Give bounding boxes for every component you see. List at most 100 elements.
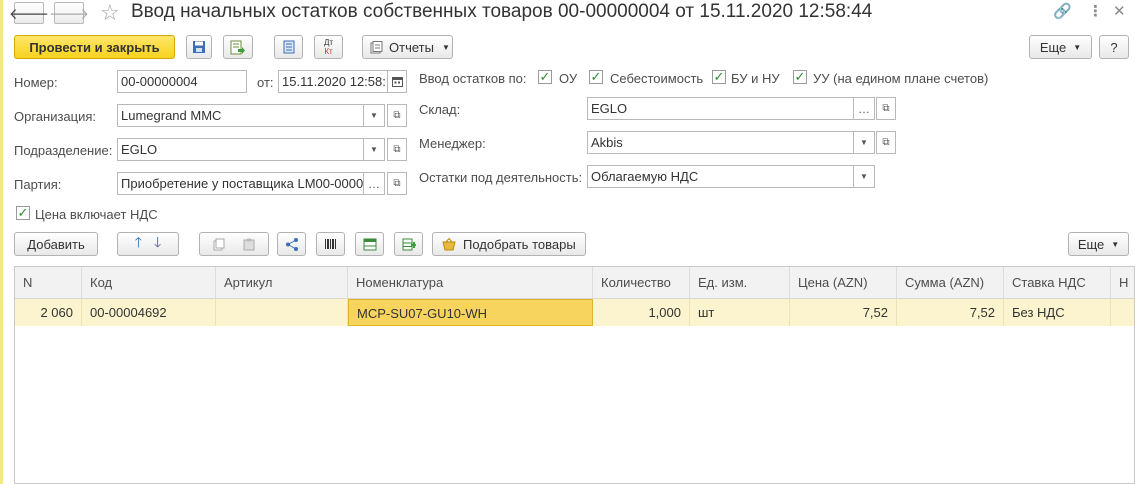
cell-sum[interactable]: 7,52	[897, 299, 1004, 326]
back-arrow-icon: 🡐	[8, 5, 50, 23]
organization-field[interactable]: Lumegrand MMC	[117, 104, 364, 127]
ellipsis-icon: …	[858, 101, 870, 116]
column-header-n[interactable]: N	[15, 267, 82, 299]
cell-nomenclature[interactable]: MCP-SU07-GU10-WH	[348, 299, 593, 326]
favorite-star-icon[interactable]: ☆	[100, 0, 120, 26]
save-button[interactable]	[186, 35, 212, 59]
open-form-icon: ⧉	[882, 103, 890, 114]
document-list-button[interactable]	[274, 35, 303, 59]
warehouse-label: Склад:	[419, 102, 461, 117]
list-icon	[283, 40, 294, 54]
chevron-down-icon: ▼	[370, 145, 378, 154]
organization-dropdown[interactable]: ▼	[364, 104, 385, 127]
add-button[interactable]: Добавить	[14, 232, 98, 256]
more-button[interactable]: Еще ▼	[1029, 35, 1092, 59]
column-header-unit[interactable]: Ед. изм.	[690, 267, 790, 299]
column-header-quantity[interactable]: Количество	[593, 267, 690, 299]
column-header-vat-rate[interactable]: Ставка НДС	[1004, 267, 1111, 299]
bu-nu-label: БУ и НУ	[731, 71, 780, 86]
add-row-button[interactable]	[394, 232, 423, 256]
barcode-icon	[324, 239, 336, 249]
copy-icon[interactable]	[213, 238, 225, 251]
post-document-icon	[230, 40, 245, 54]
division-field[interactable]: EGLO	[117, 138, 364, 161]
paste-icon[interactable]	[243, 238, 255, 251]
back-button[interactable]: 🡐	[9, 2, 49, 24]
barcode-button[interactable]	[316, 232, 345, 256]
cell-price[interactable]: 7,52	[790, 299, 897, 326]
chevron-down-icon: ▼	[860, 138, 868, 147]
goods-table: N Код Артикул Номенклатура Количество Ед…	[14, 266, 1135, 484]
manager-open-button[interactable]: ⧉	[876, 131, 896, 154]
help-button[interactable]: ?	[1099, 35, 1129, 59]
uu-checkbox[interactable]: ✓	[793, 70, 807, 84]
copy-buttons-group	[199, 232, 269, 256]
column-header-nomenclature[interactable]: Номенклатура	[348, 267, 593, 299]
post-and-close-button[interactable]: Провести и закрыть	[14, 35, 175, 59]
cell-vat-rate[interactable]: Без НДС	[1004, 299, 1111, 326]
split-icon	[285, 237, 298, 251]
cost-checkbox[interactable]: ✓	[589, 70, 603, 84]
warehouse-field[interactable]: EGLO	[587, 97, 854, 120]
bu-nu-checkbox[interactable]: ✓	[712, 70, 726, 84]
column-header-code[interactable]: Код	[82, 267, 216, 299]
balance-input-label: Ввод остатков по:	[419, 71, 527, 86]
table-row[interactable]: 2 060 00-00004692 MCP-SU07-GU10-WH 1,000…	[15, 299, 1134, 326]
forward-button[interactable]: 🡒	[49, 2, 89, 24]
table-header: N Код Артикул Номенклатура Количество Ед…	[15, 267, 1134, 299]
table-more-label: Еще	[1077, 236, 1105, 252]
manager-field[interactable]: Akbis	[587, 131, 854, 154]
fill-button[interactable]	[355, 232, 384, 256]
reports-icon	[370, 40, 383, 53]
cell-code[interactable]: 00-00004692	[82, 299, 216, 326]
table-more-button[interactable]: Еще ▼	[1068, 232, 1129, 256]
kt-label: Кт	[324, 47, 333, 56]
batch-field[interactable]: Приобретение у поставщика LM00-00000	[117, 172, 364, 195]
reports-button[interactable]: Отчеты ▼	[362, 35, 453, 59]
organization-label: Организация:	[14, 109, 97, 124]
organization-open-button[interactable]: ⧉	[387, 104, 407, 127]
batch-select-button[interactable]: …	[364, 172, 385, 195]
activity-dropdown[interactable]: ▼	[854, 165, 875, 188]
ou-checkbox[interactable]: ✓	[538, 70, 552, 84]
basket-icon	[442, 237, 456, 250]
activity-field[interactable]: Облагаемую НДС	[587, 165, 854, 188]
window-title: Ввод начальных остатков собственных това…	[131, 1, 873, 22]
link-icon[interactable]: 🔗	[1053, 2, 1072, 20]
more-actions-icon[interactable]: ⋮	[1088, 2, 1103, 20]
dt-kt-button[interactable]: Дт Кт	[314, 35, 343, 59]
column-header-sum[interactable]: Сумма (AZN)	[897, 267, 1004, 299]
post-button[interactable]	[223, 35, 253, 59]
uu-label: УУ (на едином плане счетов)	[813, 71, 989, 86]
distribute-button[interactable]	[277, 232, 306, 256]
column-header-article[interactable]: Артикул	[216, 267, 348, 299]
column-header-price[interactable]: Цена (AZN)	[790, 267, 897, 299]
move-down-icon[interactable]: 🡓	[154, 232, 161, 256]
cell-article[interactable]	[216, 299, 348, 326]
batch-open-button[interactable]: ⧉	[387, 172, 407, 195]
pick-goods-button[interactable]: Подобрать товары	[432, 232, 586, 256]
move-up-icon[interactable]: 🡑	[135, 232, 142, 256]
chevron-down-icon: ▼	[1073, 42, 1082, 52]
division-dropdown[interactable]: ▼	[364, 138, 385, 161]
vat-included-checkbox[interactable]: ✓	[16, 206, 30, 220]
close-icon[interactable]: ✕	[1113, 2, 1126, 20]
number-field[interactable]: 00-00000004	[117, 70, 247, 93]
move-buttons-group: 🡑 🡓	[117, 232, 179, 256]
ou-label: ОУ	[559, 71, 578, 86]
chevron-down-icon: ▼	[441, 42, 450, 52]
pick-goods-label: Подобрать товары	[463, 236, 576, 252]
division-open-button[interactable]: ⧉	[387, 138, 407, 161]
open-form-icon: ⧉	[393, 144, 401, 155]
manager-dropdown[interactable]: ▼	[854, 131, 875, 154]
cell-unit[interactable]: шт	[690, 299, 790, 326]
date-field[interactable]: 15.11.2020 12:58:	[278, 70, 388, 93]
calendar-button[interactable]	[387, 70, 407, 93]
cell-extra[interactable]	[1111, 299, 1134, 326]
column-header-extra[interactable]: Н	[1111, 267, 1134, 299]
warehouse-open-button[interactable]: ⧉	[876, 97, 896, 120]
cell-quantity[interactable]: 1,000	[593, 299, 690, 326]
warehouse-select-button[interactable]: …	[854, 97, 875, 120]
division-label: Подразделение:	[14, 143, 113, 158]
cell-n[interactable]: 2 060	[15, 299, 82, 326]
